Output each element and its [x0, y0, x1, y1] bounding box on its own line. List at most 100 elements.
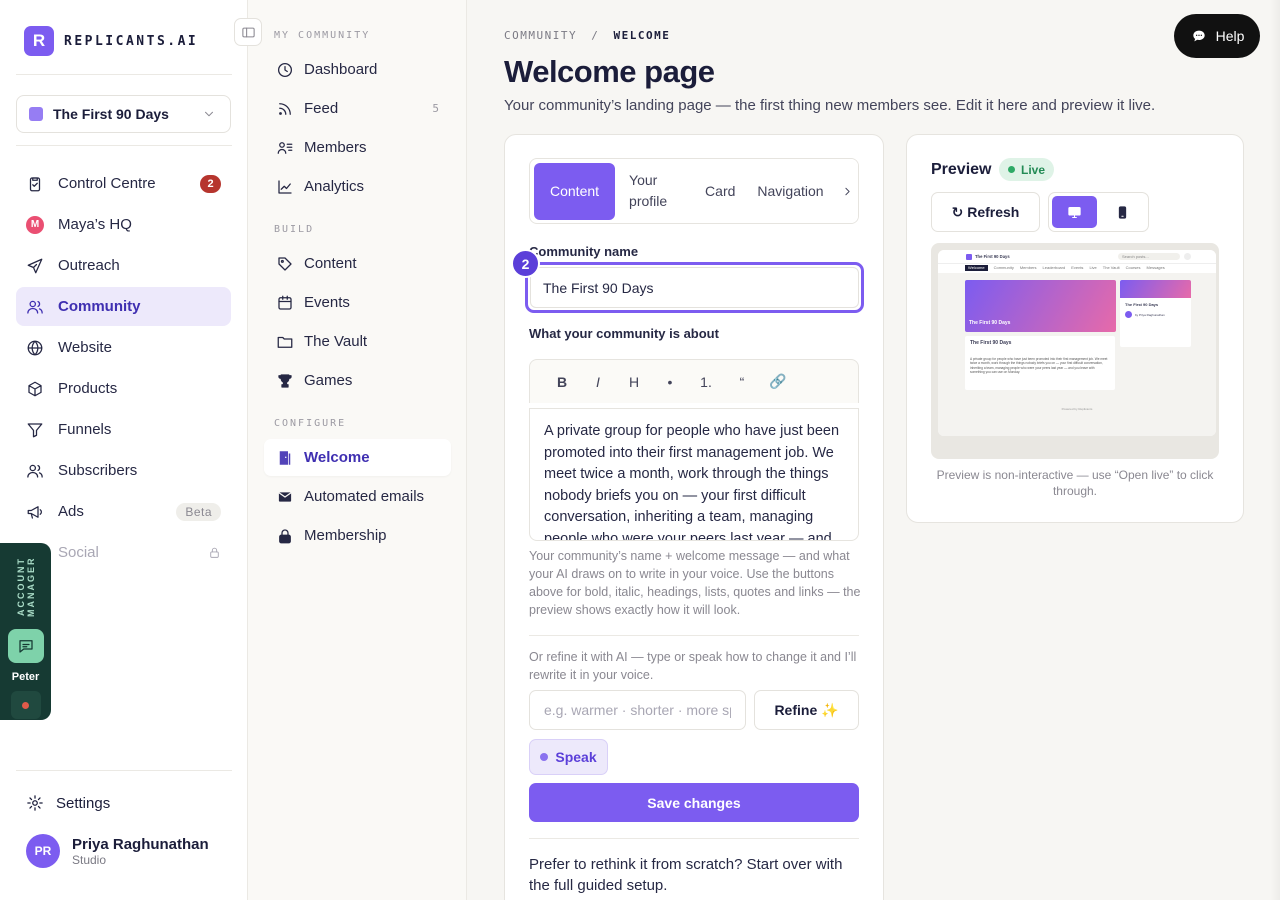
workspace-name: The First 90 Days [53, 106, 169, 122]
maya-avatar-icon: M [26, 215, 44, 234]
collapse-sidebar-button[interactable] [234, 18, 262, 46]
record-button[interactable] [10, 691, 41, 719]
account-manager-chat-button[interactable] [7, 629, 44, 663]
nav-products[interactable]: Products [16, 369, 231, 408]
desktop-view-button[interactable] [1052, 196, 1097, 228]
breadcrumb: COMMUNITY / WELCOME [504, 29, 670, 42]
box-icon [26, 380, 44, 398]
user-profile[interactable]: PR Priya Raghunathan Studio [26, 834, 209, 868]
subnav-games[interactable]: Games [264, 362, 451, 399]
tab-your-profile[interactable]: Your profile [615, 163, 689, 220]
bullet-list-button[interactable]: • [652, 374, 688, 390]
link-button[interactable]: 🔗 [760, 373, 796, 390]
refine-input[interactable] [529, 690, 746, 730]
section-heading: BUILD [274, 224, 315, 235]
lock-icon [207, 546, 221, 560]
heading-button[interactable]: H [616, 374, 652, 390]
funnel-icon [26, 421, 44, 439]
mini-nav: Welcome Community Members Leaderboard Ev… [965, 265, 1165, 271]
tab-navigation[interactable]: Navigation [751, 163, 829, 220]
subnav-label: Automated emails [304, 488, 425, 505]
chart-icon [276, 178, 294, 196]
subnav-welcome[interactable]: Welcome [264, 439, 451, 476]
nav-outreach[interactable]: Outreach [16, 246, 231, 285]
nav-control-centre[interactable]: Control Centre 2 [16, 164, 231, 203]
divider [529, 838, 859, 839]
main-content: COMMUNITY / WELCOME Welcome page Your co… [467, 0, 1280, 900]
step-badge: 2 [511, 249, 540, 278]
chat-icon [17, 637, 35, 655]
live-dot-icon [1008, 166, 1015, 173]
brand-logo[interactable]: R REPLICANTS.AI [24, 26, 198, 56]
nav-label: Community [58, 298, 141, 315]
speak-button[interactable]: Speak [529, 739, 608, 775]
tabs-scroll-right-button[interactable] [836, 159, 858, 223]
nav-funnels[interactable]: Funnels [16, 410, 231, 449]
subnav-feed[interactable]: Feed 5 [264, 90, 451, 127]
refresh-button[interactable]: ↻ Refresh [931, 192, 1040, 232]
bold-button[interactable]: B [544, 374, 580, 390]
device-toggle [1048, 192, 1149, 232]
feed-count: 5 [432, 102, 439, 115]
subnav-analytics[interactable]: Analytics [264, 168, 451, 205]
preview-frame: The First 90 Days Search posts... Welcom… [931, 243, 1219, 459]
nav-label: Social [58, 544, 99, 561]
users-icon [26, 462, 44, 480]
nav-ads[interactable]: Ads Beta [16, 492, 231, 531]
mail-icon [276, 488, 294, 506]
nav-website[interactable]: Website [16, 328, 231, 367]
subnav-content[interactable]: Content [264, 245, 451, 282]
help-label: Help [1215, 28, 1245, 44]
chevron-right-icon [838, 182, 856, 200]
numbered-list-button[interactable]: 1. [688, 374, 724, 390]
mini-nav-item: Community [993, 265, 1014, 270]
subnav-membership[interactable]: Membership [264, 517, 451, 554]
italic-button[interactable]: I [580, 374, 616, 390]
mobile-view-button[interactable] [1100, 196, 1145, 228]
save-changes-button[interactable]: Save changes [529, 783, 859, 822]
divider [529, 635, 859, 636]
sidebar-toggle-icon [239, 23, 257, 41]
nav-label: Outreach [58, 257, 120, 274]
divider [16, 74, 232, 75]
preview-panel: Preview Live ↻ Refresh The First 90 Days… [906, 134, 1244, 523]
record-dot-icon [22, 701, 29, 709]
subnav-automated-emails[interactable]: Automated emails [264, 478, 451, 515]
mini-body: A private group for people who have just… [970, 357, 1108, 375]
mini-side-title: The First 90 Days [1125, 302, 1159, 307]
subnav-the-vault[interactable]: The Vault [264, 323, 451, 360]
breadcrumb-parent[interactable]: COMMUNITY [504, 29, 577, 42]
about-textarea[interactable]: A private group for people who have just… [529, 408, 859, 541]
nav-label: Funnels [58, 421, 112, 438]
community-name-input[interactable] [530, 267, 859, 308]
trophy-icon [276, 372, 294, 390]
tab-card[interactable]: Card [689, 163, 751, 220]
subnav-members[interactable]: Members [264, 129, 451, 166]
help-button[interactable]: Help [1174, 14, 1260, 58]
page-title: Welcome page [504, 54, 715, 89]
settings-label: Settings [56, 794, 111, 812]
nav-community[interactable]: Community [16, 287, 231, 326]
about-hint: Your community’s name + welcome message … [529, 549, 861, 617]
door-icon [276, 449, 294, 467]
account-manager-name: Peter [11, 671, 40, 683]
mini-nav-item: Live [1089, 265, 1097, 270]
refine-button[interactable]: Refine ✨ [754, 690, 859, 730]
page-description: Your community’s landing page — the firs… [504, 97, 1156, 114]
clock-icon [276, 61, 294, 79]
globe-icon [26, 339, 44, 357]
quote-button[interactable]: “ [724, 374, 760, 390]
subnav-events[interactable]: Events [264, 284, 451, 321]
divider [16, 145, 232, 146]
subnav-dashboard[interactable]: Dashboard [264, 51, 451, 88]
brand-name: REPLICANTS.AI [64, 33, 199, 49]
settings-link[interactable]: Settings [26, 794, 110, 812]
workspace-switcher[interactable]: The First 90 Days [16, 95, 231, 133]
format-toolbar: B I H • 1. “ 🔗 [529, 359, 859, 403]
nav-subscribers[interactable]: Subscribers [16, 451, 231, 490]
main-nav: Control Centre 2 M Maya’s HQ Outreach Co… [16, 164, 231, 574]
desktop-icon [1066, 203, 1084, 221]
tab-content[interactable]: Content [534, 162, 616, 220]
nav-mayas-hq[interactable]: M Maya’s HQ [16, 205, 231, 244]
users-icon [26, 298, 44, 316]
